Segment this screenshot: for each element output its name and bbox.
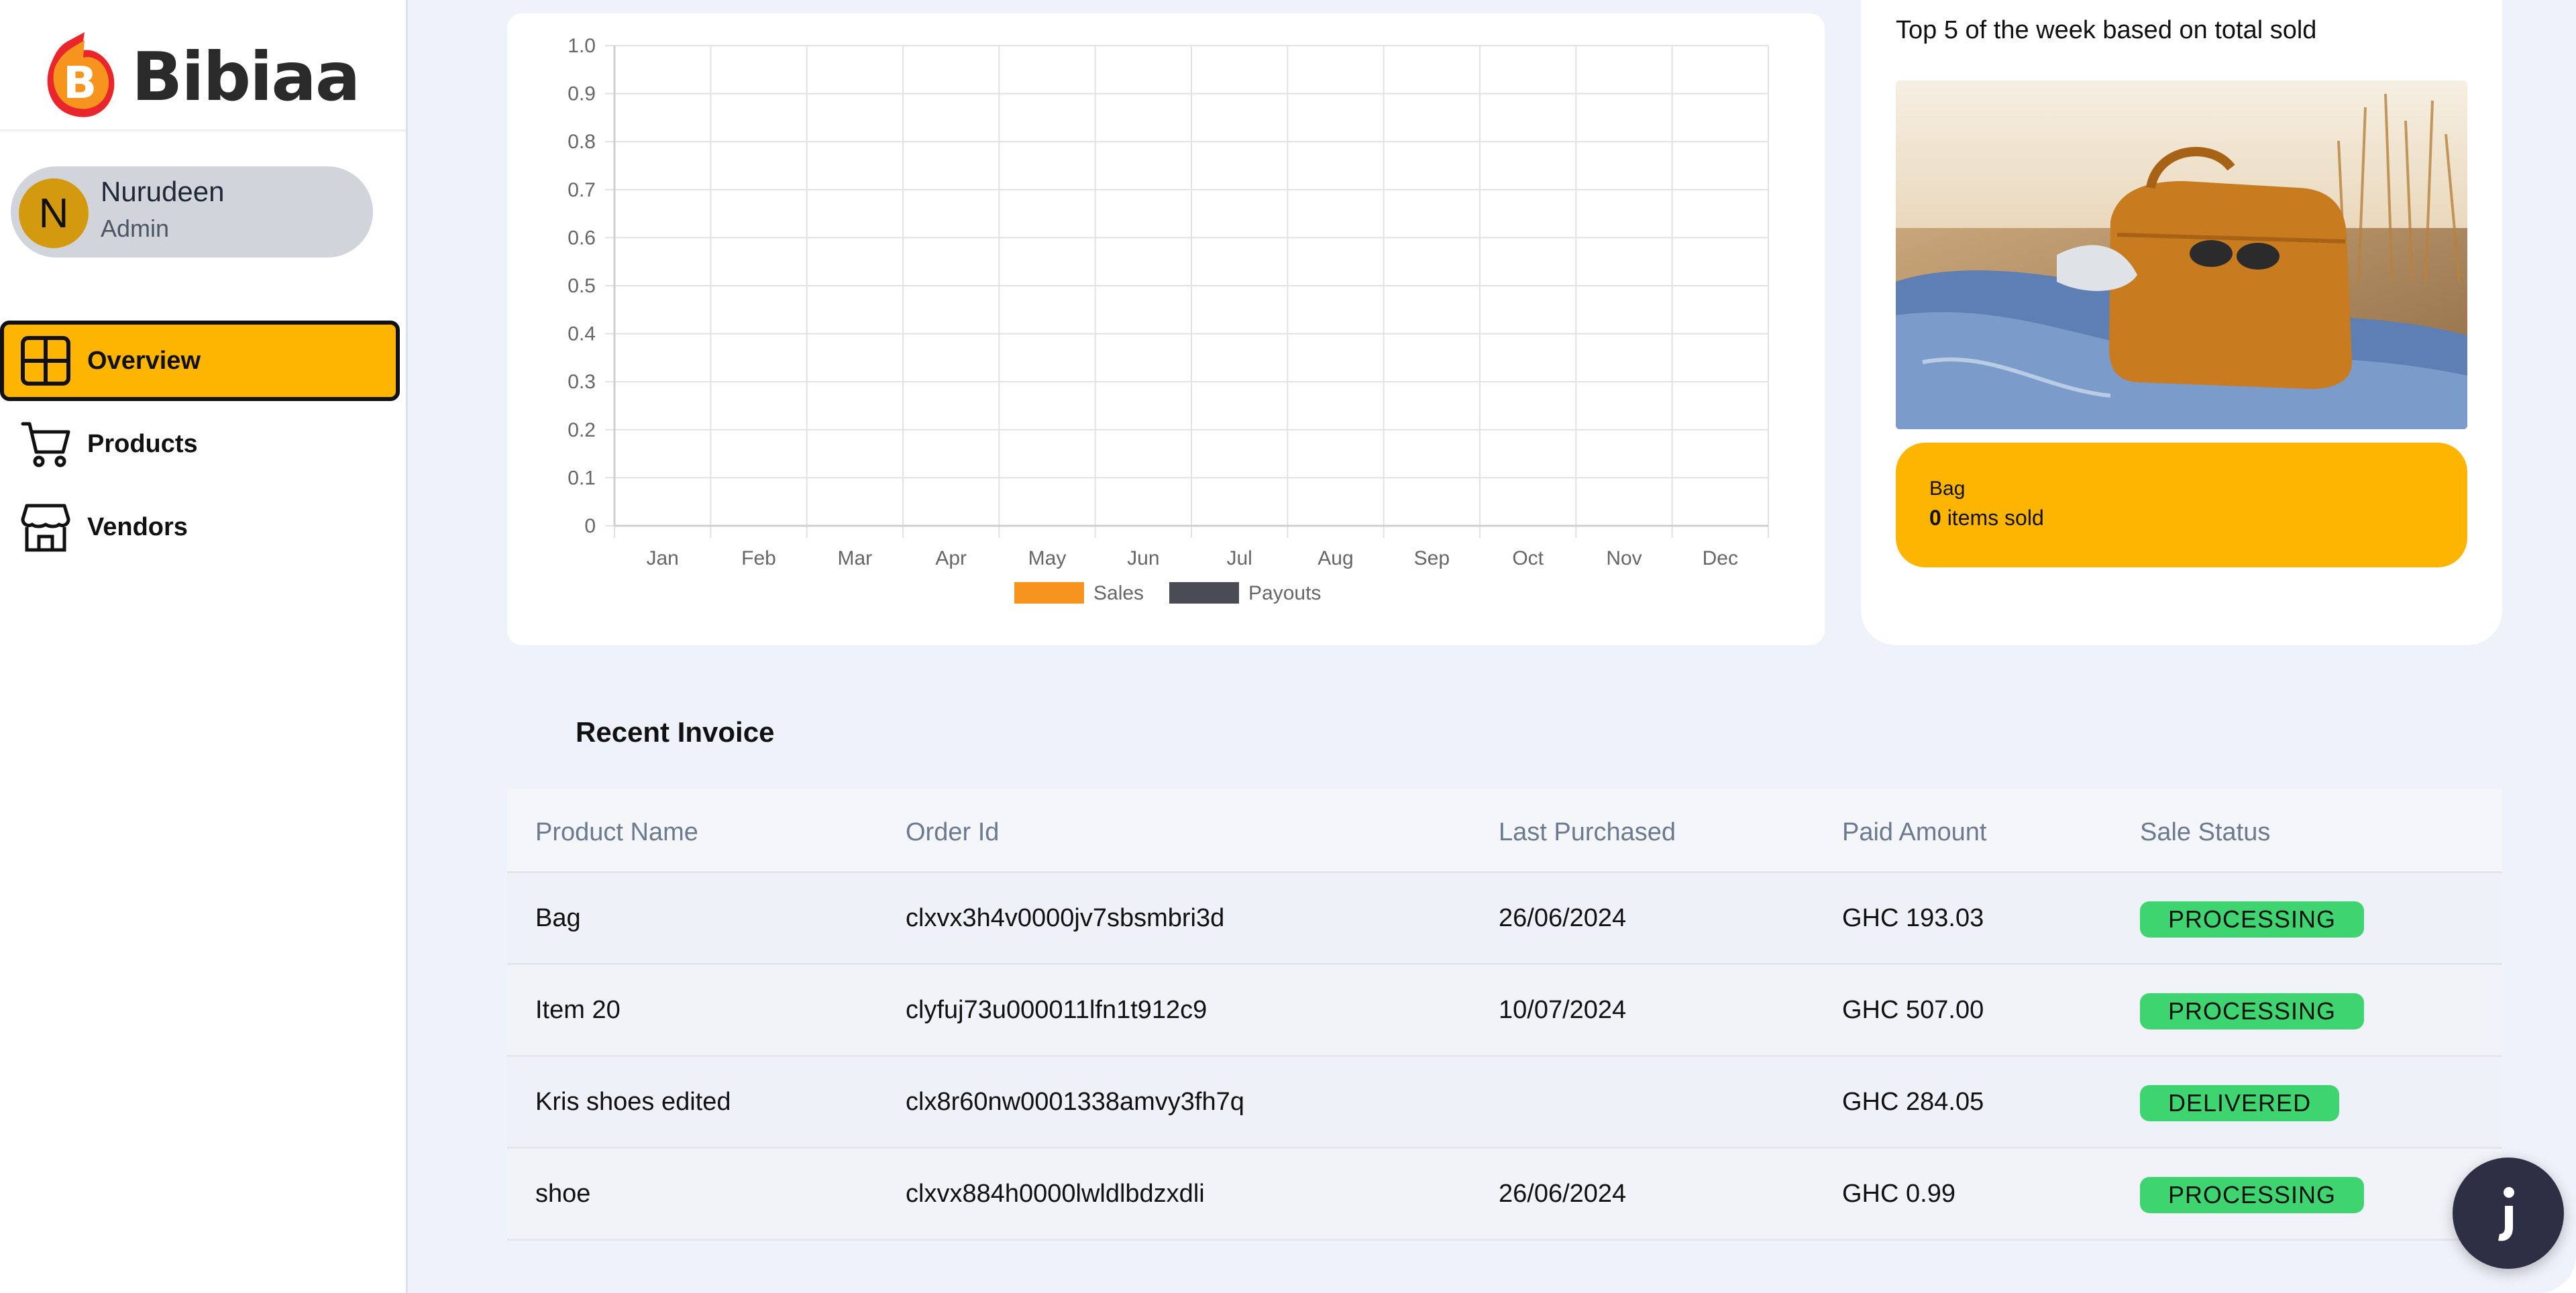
status-badge: PROCESSING — [2140, 993, 2365, 1029]
sidebar-item-label: Overview — [87, 346, 201, 375]
x-tick-label: Sep — [1414, 547, 1450, 569]
x-tick-label: Jun — [1127, 547, 1159, 569]
cell-amount: GHC 0.99 — [1842, 1180, 1955, 1208]
cell-date: 10/07/2024 — [1499, 996, 1627, 1024]
y-tick-label: 0.5 — [568, 275, 596, 297]
x-tick-label: Mar — [837, 547, 872, 569]
legend-swatch-payouts — [1169, 582, 1239, 604]
sales-payouts-chart: 0 0.1 0.2 0.3 0.4 0.5 0.6 0.7 0.8 0.9 1.0 Jan Feb Mar… — [568, 35, 1769, 604]
cell-product: shoe — [535, 1180, 591, 1208]
x-tick-label: Dec — [1703, 547, 1738, 569]
x-tick-label: Nov — [1606, 547, 1642, 569]
col-product-name[interactable]: Product Name — [535, 818, 698, 847]
cell-amount: GHC 507.00 — [1842, 996, 1984, 1024]
sold-suffix: items sold — [1941, 506, 2044, 530]
sidebar-item-label: Vendors — [87, 512, 188, 541]
x-tick-label: Jan — [646, 547, 678, 569]
cell-amount: GHC 193.03 — [1842, 904, 1984, 932]
logo-row: B Bibiaa — [0, 0, 406, 131]
y-tick-label: 0.6 — [568, 227, 596, 249]
invoice-table: Product Name Order Id Last Purchased Pai… — [507, 789, 2502, 1241]
cell-order-id: clyfuj73u000011lfn1t912c9 — [906, 996, 1208, 1024]
y-tick-label: 0.3 — [568, 371, 596, 393]
y-tick-label: 0.8 — [568, 131, 596, 153]
cell-date: 26/06/2024 — [1499, 904, 1627, 932]
y-tick-label: 1.0 — [568, 35, 596, 57]
store-icon — [21, 504, 70, 552]
y-tick-label: 0.7 — [568, 179, 596, 201]
cell-order-id: clxvx3h4v0000jv7sbsmbri3d — [906, 904, 1225, 932]
y-tick-label: 0.4 — [568, 323, 596, 345]
user-role: Admin — [101, 215, 170, 242]
x-tick-label: Oct — [1512, 547, 1544, 569]
cart-icon — [21, 422, 70, 467]
cell-product: Bag — [535, 904, 581, 932]
sidebar-item-products[interactable]: Products — [0, 404, 400, 484]
brand-name: Bibiaa — [131, 38, 360, 116]
x-tick-label: Aug — [1318, 547, 1353, 569]
top-products-card: Top 5 of the week based on total sold Ba… — [1861, 0, 2502, 645]
status-badge: PROCESSING — [2140, 901, 2365, 938]
product-image[interactable] — [1896, 80, 2467, 429]
top-product-name: Bag — [1929, 477, 1966, 500]
cell-order-id: clxvx884h0000lwldlbdzxdli — [906, 1180, 1205, 1208]
y-tick-label: 0.2 — [568, 419, 596, 441]
bibiaa-logo-icon[interactable]: B — [38, 28, 119, 122]
recent-invoice-title: Recent Invoice — [576, 716, 775, 748]
table-row[interactable]: Bag clxvx3h4v0000jv7sbsmbri3d 26/06/2024… — [507, 873, 2502, 965]
top-products-title: Top 5 of the week based on total sold — [1896, 16, 2317, 44]
y-tick-label: 0.1 — [568, 467, 596, 489]
legend-swatch-sales — [1014, 582, 1084, 604]
col-last-purchased[interactable]: Last Purchased — [1499, 818, 1676, 847]
svg-text:B: B — [63, 57, 97, 109]
table-header: Product Name Order Id Last Purchased Pai… — [507, 789, 2502, 873]
cell-product: Item 20 — [535, 996, 621, 1024]
grid-icon — [21, 336, 70, 386]
cell-product: Kris shoes edited — [535, 1088, 731, 1116]
x-tick-label: Jul — [1226, 547, 1252, 569]
sidebar-item-vendors[interactable]: Vendors — [0, 487, 400, 567]
avatar: N — [19, 178, 89, 248]
col-paid-amount[interactable]: Paid Amount — [1842, 818, 1986, 847]
app-window: B Bibiaa N Nurudeen Admin Overview Produ… — [0, 0, 2576, 1293]
top-product-pill[interactable]: Bag 0 items sold — [1896, 443, 2467, 567]
chat-widget-button[interactable] — [2453, 1158, 2564, 1269]
x-tick-label: Apr — [935, 547, 967, 569]
col-sale-status[interactable]: Sale Status — [2140, 818, 2270, 847]
sales-chart-card: 0 0.1 0.2 0.3 0.4 0.5 0.6 0.7 0.8 0.9 1.0 Jan Feb Mar… — [507, 13, 1825, 645]
user-card[interactable]: N Nurudeen Admin — [11, 166, 373, 258]
col-order-id[interactable]: Order Id — [906, 818, 999, 847]
y-tick-label: 0.9 — [568, 83, 596, 105]
chat-icon — [2498, 1187, 2514, 1241]
sold-count: 0 — [1929, 506, 1941, 530]
top-product-sold: 0 items sold — [1929, 506, 2044, 530]
sidebar: B Bibiaa N Nurudeen Admin Overview Produ… — [0, 0, 408, 1293]
status-badge: PROCESSING — [2140, 1177, 2365, 1213]
sidebar-item-overview[interactable]: Overview — [0, 321, 400, 401]
table-row[interactable]: Kris shoes edited clx8r60nw0001338amvy3f… — [507, 1057, 2502, 1149]
table-row[interactable]: Item 20 clyfuj73u000011lfn1t912c9 10/07/… — [507, 965, 2502, 1057]
legend-label-payouts: Payouts — [1248, 582, 1321, 604]
cell-amount: GHC 284.05 — [1842, 1088, 1984, 1116]
x-tick-label: Feb — [741, 547, 776, 569]
status-badge: DELIVERED — [2140, 1085, 2340, 1121]
cell-date: 26/06/2024 — [1499, 1180, 1627, 1208]
user-name: Nurudeen — [101, 176, 225, 207]
sidebar-item-label: Products — [87, 429, 198, 458]
y-tick-label: 0 — [584, 515, 596, 537]
x-tick-label: May — [1028, 547, 1067, 569]
legend-label-sales: Sales — [1093, 582, 1144, 604]
cell-order-id: clx8r60nw0001338amvy3fh7q — [906, 1088, 1244, 1116]
table-row[interactable]: shoe clxvx884h0000lwldlbdzxdli 26/06/202… — [507, 1149, 2502, 1241]
